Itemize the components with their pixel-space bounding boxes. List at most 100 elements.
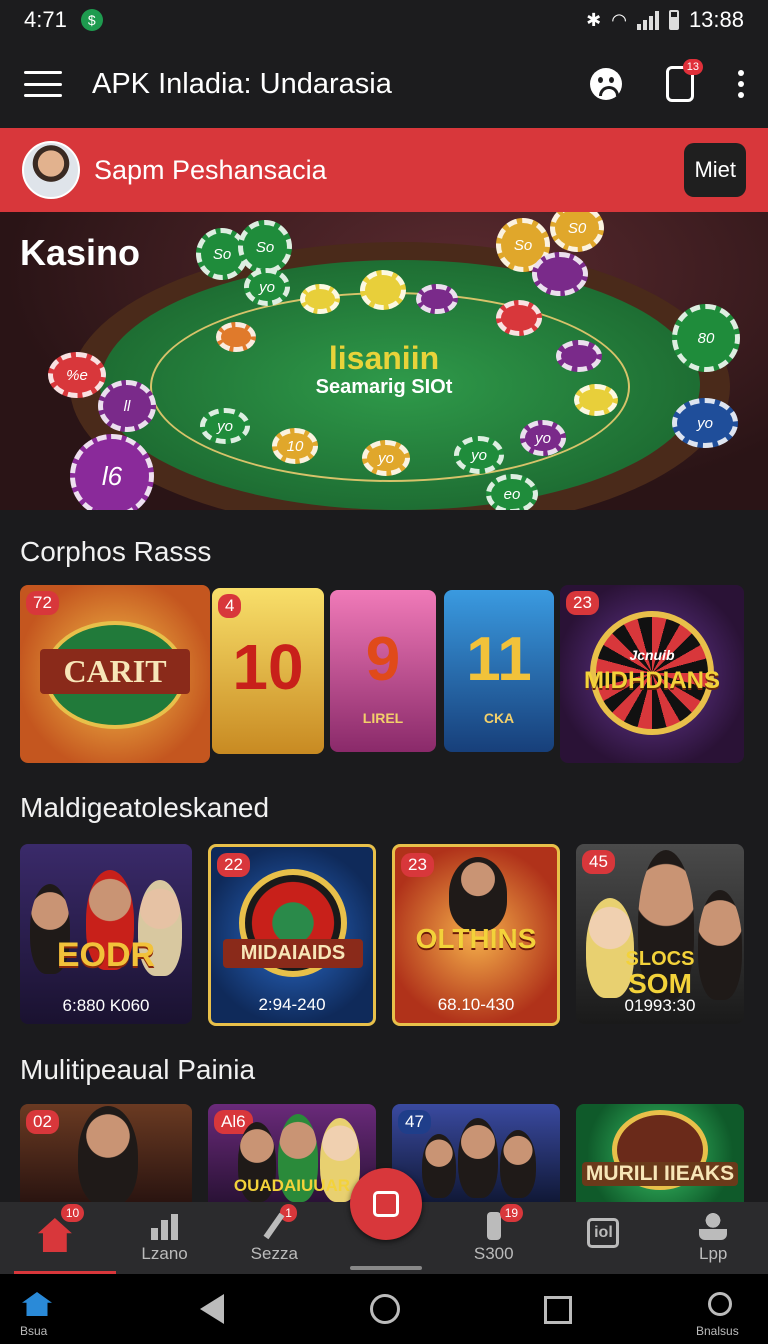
user-icon (699, 1212, 728, 1240)
tile-title: MURILI IIEAKS (582, 1162, 738, 1186)
game-tile-9[interactable]: 9 LIREL (330, 590, 436, 752)
chip: eo (486, 474, 538, 510)
chip (300, 284, 340, 314)
drag-handle[interactable] (350, 1266, 422, 1270)
wifi-icon: ◠ (611, 9, 627, 30)
tile-badge: 02 (26, 1110, 59, 1134)
menu-icon[interactable] (24, 71, 62, 97)
hero-label: Kasino (20, 232, 141, 273)
io-icon: iol (587, 1218, 620, 1248)
tile-badge: 23 (566, 591, 599, 615)
person-figure (500, 1130, 536, 1198)
tile-badge: 72 (26, 591, 59, 615)
chip: 10 (272, 428, 318, 464)
nav-home[interactable]: 10 (0, 1202, 116, 1274)
tile-subtitle: CKA (483, 710, 515, 726)
chip: yo (520, 420, 566, 456)
tile-footer: 68.10-430 (437, 995, 515, 1014)
system-nav: Bsua Bnalsus (0, 1274, 768, 1344)
hero-banner[interactable]: Kasino lisaniin Seamarig SIOt So So yo S… (0, 212, 768, 510)
game-tile-midhdians[interactable]: 23 Jcnuib MIDHDIANS (560, 585, 744, 763)
search-icon[interactable] (708, 1292, 732, 1316)
bluetooth-icon: ✱ (586, 9, 602, 30)
signal-icon (636, 10, 659, 30)
recents-icon[interactable] (544, 1296, 572, 1324)
game-tile-carit[interactable]: 72 CARIT (20, 585, 210, 763)
game-tile-10[interactable]: 4 10 (212, 588, 324, 754)
chip (496, 300, 542, 336)
more-options-icon[interactable] (738, 70, 744, 98)
home-app-icon[interactable] (22, 1292, 52, 1316)
chip: %e (48, 352, 106, 398)
tile-title: 11 (466, 625, 532, 694)
nav-badge: 19 (499, 1204, 524, 1222)
tile-subtitle: LIREL (362, 710, 404, 726)
nav-label: Lzano (141, 1244, 188, 1263)
app-title: APK Inladia: Undarasia (92, 67, 392, 100)
cylinder-icon (486, 1212, 501, 1240)
profile-face-icon[interactable] (590, 68, 622, 100)
chip: ll (98, 380, 156, 432)
person-figure (449, 857, 507, 931)
chip: S0 (550, 212, 604, 252)
home-icon (37, 1218, 72, 1252)
tile-title: 9 (365, 625, 401, 694)
chip: yo (672, 398, 738, 448)
nav-wallet[interactable]: 19 S300 (439, 1202, 549, 1274)
chip: 80 (672, 304, 740, 372)
game-tile-murili[interactable]: MURILI IIEAKS (576, 1104, 744, 1202)
chip (216, 322, 256, 352)
home-button-icon[interactable] (370, 1294, 400, 1324)
game-tile-midaiaids[interactable]: 22 MIDAIAIDS 2:94-240 (208, 844, 376, 1026)
tile-title: EODR (56, 936, 156, 974)
tile-title: 10 (232, 631, 304, 703)
bar-chart-icon (151, 1214, 179, 1240)
tile-subtitle: Jcnuib (629, 647, 675, 663)
section-title-mulitipeaual: Mulitipeaual Painia (20, 1054, 256, 1085)
status-clock: 13:88 (688, 7, 744, 32)
nav-profile[interactable]: Lpp (658, 1202, 768, 1274)
person-figure (422, 1134, 456, 1198)
notification-badge: 13 (682, 59, 703, 75)
tile-badge: 4 (218, 594, 242, 618)
back-icon[interactable] (200, 1294, 224, 1324)
person-figure (78, 1106, 138, 1202)
game-tile-11[interactable]: 11 CKA (444, 590, 554, 752)
felt-title: lisaniin (328, 340, 440, 376)
chip (532, 252, 588, 296)
user-banner: Sapm Peshansacia Miet (0, 128, 768, 212)
nav-badge: 1 (280, 1204, 297, 1222)
nav-io[interactable]: iol (549, 1202, 659, 1274)
person-figure (458, 1118, 498, 1198)
nav-search[interactable]: 1 Sezza (219, 1202, 329, 1274)
chip (556, 340, 602, 372)
tile-badge: 45 (582, 850, 615, 874)
game-tile-ouadaiuuar[interactable]: Al6 OUADAIUUAR (208, 1104, 376, 1202)
avatar[interactable] (22, 141, 80, 199)
chip: So (238, 220, 292, 274)
battery-icon (668, 10, 679, 30)
device-icon[interactable]: 13 (666, 59, 703, 102)
section-title-maldigeato: Maldigeatoleskaned (20, 792, 270, 823)
chip (416, 284, 458, 314)
nav-badge: 10 (60, 1204, 85, 1222)
chip (574, 384, 618, 416)
search-label: Bnalsus (696, 1324, 739, 1338)
user-name: Sapm Peshansacia (94, 154, 327, 185)
game-tile-eodr[interactable]: EODR 6:880 K060 (20, 844, 192, 1024)
chip: l6 (70, 434, 154, 510)
tile-footer: 2:94-240 (258, 995, 326, 1014)
home-app-label: Bsua (20, 1324, 48, 1338)
miet-button[interactable]: Miet (684, 143, 746, 197)
nav-stats[interactable]: Lzano (110, 1202, 220, 1274)
tile-title: MIDHDIANS (584, 667, 720, 694)
center-action-button[interactable] (350, 1168, 422, 1240)
tile-footer: 6:880 K060 (62, 996, 150, 1015)
tile-title: CARIT (40, 649, 190, 694)
game-tile-slocs[interactable]: 45 SLOCS SOM 01993:30 (576, 844, 744, 1024)
swap-icon (373, 1191, 399, 1217)
nav-label: Sezza (250, 1244, 298, 1263)
game-tile-person[interactable]: 02 (20, 1104, 192, 1202)
tile-title: OLTHINS (415, 923, 537, 954)
game-tile-olthins[interactable]: 23 OLTHINS 68.10-430 (392, 844, 560, 1026)
